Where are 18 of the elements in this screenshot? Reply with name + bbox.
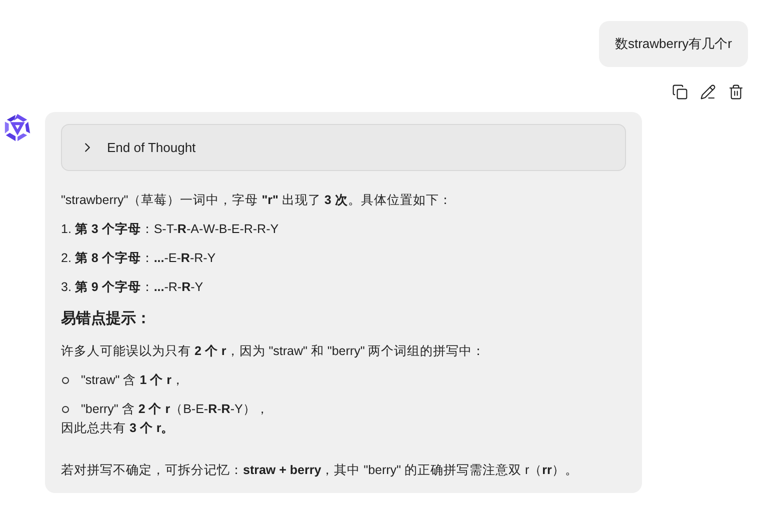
- list-item: "straw" 含 1 个 r，: [81, 372, 184, 389]
- list-item: 3. 第 9 个字母：...-R-R-Y: [61, 280, 204, 294]
- thought-toggle[interactable]: End of Thought: [61, 124, 626, 171]
- paragraph: "strawberry"（草莓）一词中，字母 "r" 出现了 3 次。具体位置如下：: [61, 193, 452, 207]
- paragraph: 若对拼写不确定，可拆分记忆：straw + berry，其中 "berry" 的正确拼写需注意双 r（rr）。: [61, 463, 578, 477]
- trash-icon[interactable]: [728, 84, 744, 100]
- paragraph: 因此总共有 3 个 r。: [61, 421, 174, 435]
- bullet-icon: [62, 406, 69, 412]
- section-heading: 易错点提示：: [61, 309, 152, 329]
- logo-icon: [2, 112, 33, 143]
- list-item: 1. 第 3 个字母：S-T-R-A-W-B-E-R-R-Y: [61, 222, 279, 236]
- edit-icon[interactable]: [700, 84, 716, 100]
- bullet-icon: [62, 376, 69, 384]
- list-item: 2. 第 8 个字母：...-E-R-R-Y: [61, 251, 216, 265]
- paragraph: 许多人可能误以为只有 2 个 r，因为 "straw" 和 "berry" 两个词组的拼写中：: [61, 344, 486, 358]
- list-item: "berry" 含 2 个 r（B-E-R-R-Y），: [81, 401, 269, 418]
- user-message: 数strawberry有几个r: [598, 21, 748, 67]
- copy-icon[interactable]: [672, 84, 688, 100]
